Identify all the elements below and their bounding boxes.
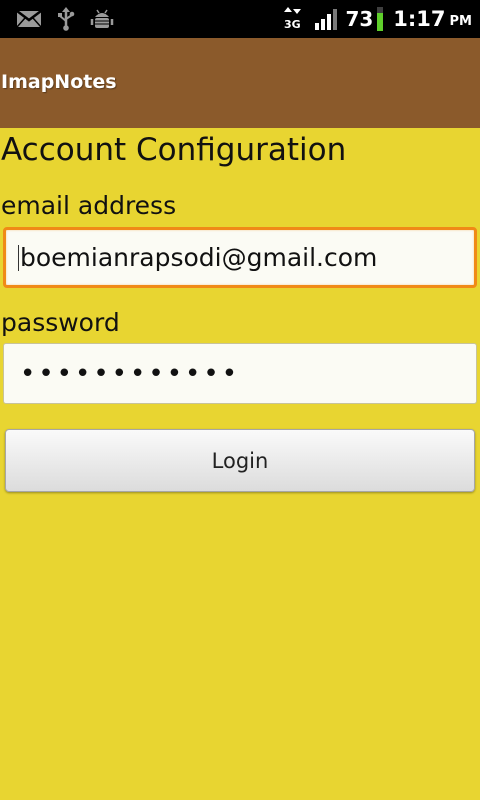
battery-percent: 73	[345, 7, 374, 31]
network-type-label: 3G	[284, 18, 301, 31]
usb-icon	[56, 7, 76, 31]
email-label: email address	[1, 191, 177, 220]
data-3g-icon: 3G	[283, 6, 305, 32]
text-caret	[18, 244, 19, 271]
login-button[interactable]: Login	[5, 429, 475, 492]
clock-time: 1:17	[393, 7, 446, 31]
email-field[interactable]: boemianrapsodi@gmail.com	[3, 227, 477, 288]
signal-icon	[315, 8, 338, 30]
password-field-value: ••••••••••••	[20, 358, 241, 389]
gmail-icon	[16, 9, 42, 29]
status-bar-system: 3G 73 1:17 PM	[283, 0, 480, 38]
page-title: Account Configuration	[1, 132, 347, 168]
app-title-bar: ImapNotes	[0, 38, 480, 128]
app-title: ImapNotes	[1, 71, 117, 93]
android-debug-icon	[90, 7, 114, 31]
battery-icon	[377, 7, 384, 31]
status-bar: 3G 73 1:17 PM	[0, 0, 480, 38]
login-button-label: Login	[211, 448, 269, 473]
password-field[interactable]: ••••••••••••	[3, 343, 477, 404]
clock-ampm: PM	[449, 13, 472, 29]
email-field-value: boemianrapsodi@gmail.com	[20, 243, 378, 272]
status-bar-notifications	[0, 0, 114, 38]
password-label: password	[1, 308, 120, 337]
